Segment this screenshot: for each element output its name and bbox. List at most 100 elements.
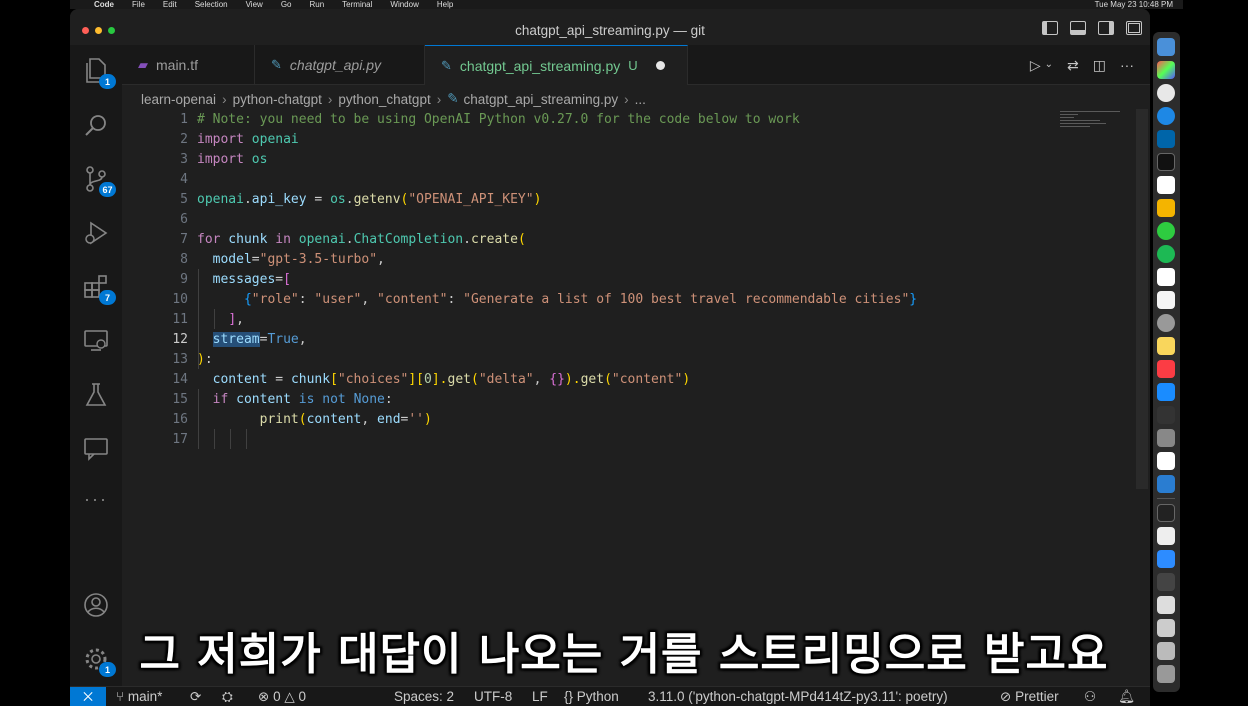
- photos-icon[interactable]: [1157, 406, 1175, 424]
- calendar-icon[interactable]: [1157, 268, 1175, 286]
- chrome-icon[interactable]: [1157, 84, 1175, 102]
- extensions-icon[interactable]: 7: [82, 273, 116, 305]
- window-icon[interactable]: [1157, 642, 1175, 660]
- system-settings-icon[interactable]: [1157, 314, 1175, 332]
- menu-edit[interactable]: Edit: [163, 0, 177, 9]
- code-line: 15 if content is not None:: [172, 391, 393, 407]
- code-line: 2 import openai: [180, 131, 299, 147]
- toggle-sidebar-icon[interactable]: [1042, 21, 1058, 35]
- messages-icon[interactable]: [1157, 222, 1175, 240]
- terraform-icon: ▰: [138, 57, 148, 72]
- tab-label: main.tf: [156, 57, 199, 73]
- code-editor[interactable]: 1 # Note: you need to be using OpenAI Py…: [122, 109, 1132, 669]
- unsaved-dot-icon[interactable]: [655, 61, 665, 70]
- menu-run[interactable]: Run: [309, 0, 324, 9]
- language-status[interactable]: {} Python: [564, 689, 619, 704]
- menu-selection[interactable]: Selection: [195, 0, 228, 9]
- selected-text[interactable]: stream: [212, 331, 260, 347]
- terminal-icon[interactable]: [1157, 153, 1175, 171]
- trash-icon[interactable]: [1157, 665, 1175, 683]
- search-icon[interactable]: [82, 111, 110, 139]
- tab-main-tf[interactable]: ▰ main.tf: [122, 45, 255, 85]
- reminders-icon[interactable]: [1157, 291, 1175, 309]
- code-line: 3 import os: [180, 151, 268, 167]
- mac-menu-bar: Code File Edit Selection View Go Run Ter…: [70, 0, 1183, 9]
- explorer-icon[interactable]: 1: [82, 57, 116, 89]
- toggle-panel-icon[interactable]: [1070, 21, 1086, 35]
- menu-file[interactable]: File: [132, 0, 145, 9]
- vertical-scrollbar[interactable]: [1136, 109, 1148, 489]
- publish-icon[interactable]: ⛭: [222, 689, 233, 705]
- breadcrumb-item[interactable]: chatgpt_api_streaming.py: [464, 92, 619, 107]
- more-icon[interactable]: ···: [82, 485, 110, 513]
- menu-app-name[interactable]: Code: [94, 0, 114, 9]
- activity-bar: 1 67 7 ··· 1: [70, 45, 122, 686]
- indentation-status[interactable]: Spaces: 2: [394, 689, 454, 704]
- code-line: 7 for chunk in openai.ChatCompletion.cre…: [180, 231, 526, 247]
- python-icon: ✎: [441, 57, 452, 73]
- run-debug-icon[interactable]: [82, 219, 110, 247]
- app-icon[interactable]: [1157, 452, 1175, 470]
- run-dropdown-icon[interactable]: ⌄: [1045, 59, 1053, 74]
- sync-icon[interactable]: ⟳: [190, 689, 201, 705]
- chat-icon[interactable]: [82, 435, 110, 463]
- run-file-icon[interactable]: ▷: [1030, 57, 1041, 74]
- menu-help[interactable]: Help: [437, 0, 453, 9]
- code-line: 17: [172, 431, 188, 447]
- database-icon[interactable]: [1157, 429, 1175, 447]
- notion-icon[interactable]: [1157, 176, 1175, 194]
- split-editor-icon[interactable]: ◫: [1093, 57, 1106, 74]
- terminal-window-icon[interactable]: [1157, 504, 1175, 522]
- customize-layout-icon[interactable]: [1126, 21, 1142, 35]
- music-icon[interactable]: [1157, 360, 1175, 378]
- more-actions-icon[interactable]: ···: [1120, 57, 1134, 74]
- notifications-bell-icon[interactable]: 🔔︎: [1118, 689, 1135, 705]
- window-icon[interactable]: [1157, 619, 1175, 637]
- app-icon[interactable]: [1157, 199, 1175, 217]
- code-line: 9 messages=[: [180, 271, 291, 287]
- window-icon[interactable]: [1157, 573, 1175, 591]
- editor-tabs: ▰ main.tf ✎ chatgpt_api.py ✎ chatgpt_api…: [122, 45, 1150, 85]
- code-line: 6: [180, 211, 188, 227]
- breadcrumb-item[interactable]: python-chatgpt: [233, 92, 322, 107]
- encoding-status[interactable]: UTF-8: [474, 689, 512, 704]
- remote-explorer-icon[interactable]: [82, 327, 110, 355]
- breadcrumb-item[interactable]: python_chatgpt: [338, 92, 430, 107]
- branch-status[interactable]: ⑂ main*: [116, 689, 162, 704]
- prettier-status[interactable]: ⊘ Prettier: [1000, 689, 1059, 705]
- interpreter-status[interactable]: 3.11.0 ('python-chatgpt-MPd414tZ-py3.11'…: [648, 689, 948, 704]
- code-line: 5 openai.api_key = os.getenv("OPENAI_API…: [180, 191, 542, 207]
- source-control-icon[interactable]: 67: [82, 165, 116, 197]
- vscode-icon[interactable]: [1157, 130, 1175, 148]
- menu-go[interactable]: Go: [281, 0, 292, 9]
- app-icon[interactable]: [1157, 245, 1175, 263]
- menu-window[interactable]: Window: [390, 0, 418, 9]
- edge-icon[interactable]: [1157, 107, 1175, 125]
- launchpad-icon[interactable]: [1157, 61, 1175, 79]
- tab-chatgpt-api-streaming[interactable]: ✎ chatgpt_api_streaming.py U: [425, 45, 688, 85]
- eol-status[interactable]: LF: [532, 689, 548, 704]
- app-store-icon[interactable]: [1157, 383, 1175, 401]
- breadcrumb-item[interactable]: ...: [635, 92, 646, 107]
- code-line-current: 12 stream=True,: [172, 331, 307, 347]
- prettier-icon: ⊘: [1000, 689, 1016, 704]
- breadcrumb-item[interactable]: learn-openai: [141, 92, 216, 107]
- remote-indicator-icon[interactable]: ⨉: [70, 687, 106, 706]
- accounts-icon[interactable]: [82, 591, 110, 619]
- datetime[interactable]: Tue May 23 10:48 PM: [1095, 0, 1173, 9]
- compare-changes-icon[interactable]: ⇄: [1067, 57, 1079, 74]
- zoom-icon[interactable]: [1157, 550, 1175, 568]
- document-icon[interactable]: [1157, 527, 1175, 545]
- minimap[interactable]: [1060, 109, 1130, 139]
- tab-chatgpt-api[interactable]: ✎ chatgpt_api.py: [255, 45, 425, 85]
- problems-status[interactable]: ⊗ 0 △ 0: [258, 689, 306, 705]
- testing-icon[interactable]: [82, 381, 110, 409]
- finder-icon[interactable]: [1157, 38, 1175, 56]
- menu-terminal[interactable]: Terminal: [342, 0, 372, 9]
- menu-view[interactable]: View: [246, 0, 263, 9]
- app-icon[interactable]: [1157, 475, 1175, 493]
- toggle-secondary-sidebar-icon[interactable]: [1098, 21, 1114, 35]
- window-icon[interactable]: [1157, 596, 1175, 614]
- notes-icon[interactable]: [1157, 337, 1175, 355]
- feedback-icon[interactable]: ⚇: [1084, 689, 1096, 705]
